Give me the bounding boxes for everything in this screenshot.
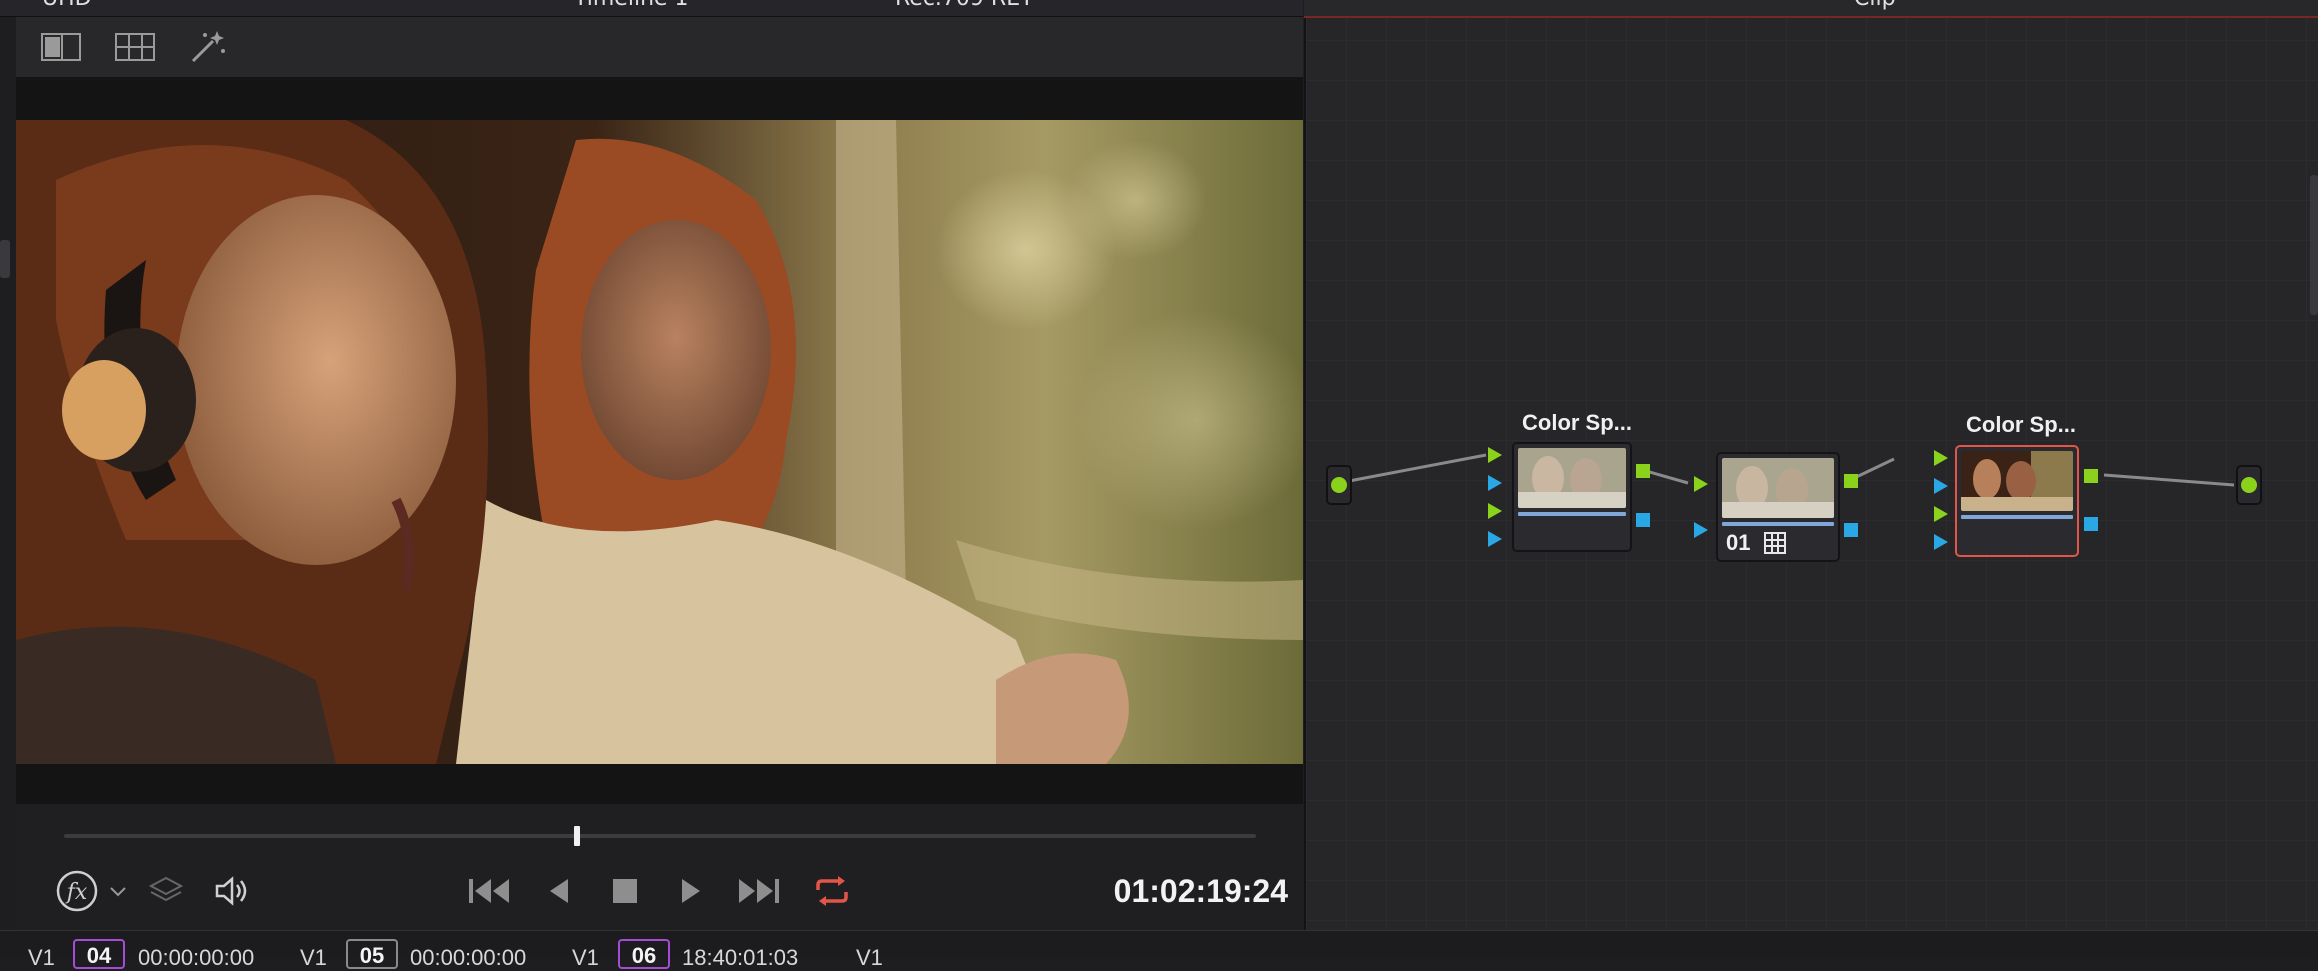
magic-wand-icon[interactable] <box>186 29 232 65</box>
node-panel-header: Clip <box>1304 0 2318 18</box>
playhead-handle[interactable] <box>573 826 580 846</box>
node-1[interactable] <box>1512 442 1632 552</box>
colorspace-selector[interactable]: Rec.709 REY <box>895 0 1034 11</box>
clip-1-number[interactable]: 04 <box>73 939 125 969</box>
node-3-key-input[interactable] <box>1934 478 1948 494</box>
node-3-thumbnail <box>1961 451 2073 511</box>
node-3-selected[interactable] <box>1955 445 2079 557</box>
node-3-rgb-output[interactable] <box>2084 469 2098 483</box>
output-input-dot <box>2241 477 2257 493</box>
volume-icon[interactable] <box>212 874 252 908</box>
viewer-toolbar <box>16 17 1303 78</box>
node-1-key-input-2[interactable] <box>1488 531 1502 547</box>
node-3-key-input-2[interactable] <box>1934 534 1948 550</box>
node-2[interactable]: 01 <box>1716 452 1840 562</box>
source-output-dot <box>1331 477 1347 493</box>
video-frame <box>16 120 1303 764</box>
clip-3-timecode: 18:40:01:03 <box>682 945 799 970</box>
node-3-rgb-input-2[interactable] <box>1934 506 1948 522</box>
node-3-bar <box>1961 515 2073 519</box>
node-1-rgb-output[interactable] <box>1636 464 1650 478</box>
clip-2-track: V1 <box>300 945 327 970</box>
node-1-key-input[interactable] <box>1488 475 1502 491</box>
node-2-rgb-output[interactable] <box>1844 474 1858 488</box>
fx-effects-icon[interactable]: fx <box>56 870 98 912</box>
node-mode-selector[interactable]: Clip <box>1854 0 1896 11</box>
lut-grid-icon <box>1764 532 1786 559</box>
node-1-key-output[interactable] <box>1636 513 1650 527</box>
go-to-end-icon[interactable] <box>736 874 782 908</box>
split-screen-icon[interactable] <box>38 29 84 65</box>
clip-1-timecode: 00:00:00:00 <box>138 945 255 970</box>
scrubber-track[interactable] <box>64 834 1256 838</box>
transport-bar: fx 01:02:19:24 <box>16 804 1303 930</box>
panel-scroll-handle[interactable] <box>2310 175 2318 315</box>
node-3-label: Color Sp... <box>1966 412 2076 437</box>
node-2-thumbnail <box>1722 458 1834 518</box>
node-2-key-output[interactable] <box>1844 523 1858 537</box>
clip-2-timecode: 00:00:00:00 <box>410 945 527 970</box>
node-2-key-input[interactable] <box>1694 522 1708 538</box>
node-1-bar <box>1518 512 1626 516</box>
viewer-top-bar: UHD Timeline 1 Rec.709 REY <box>0 0 1303 17</box>
timecode-display: 01:02:19:24 <box>1113 873 1288 909</box>
chevron-down-icon[interactable] <box>108 882 128 902</box>
clip-1-track: V1 <box>28 945 55 970</box>
gallery-grid-icon[interactable] <box>112 29 158 65</box>
node-2-bar <box>1722 522 1834 526</box>
play-icon[interactable] <box>676 874 706 908</box>
node-2-label: 01 <box>1726 530 1751 555</box>
clip-3-track: V1 <box>572 945 599 970</box>
svg-text:fx: fx <box>65 880 88 905</box>
node-1-label: Color Sp... <box>1522 410 1632 435</box>
node-2-rgb-input[interactable] <box>1694 476 1708 492</box>
resolution-label: UHD <box>42 0 92 11</box>
node-1-rgb-input[interactable] <box>1488 447 1502 463</box>
node-1-thumbnail <box>1518 448 1626 508</box>
node-3-key-output[interactable] <box>2084 517 2098 531</box>
node-1-rgb-input-2[interactable] <box>1488 503 1502 519</box>
layers-icon[interactable] <box>148 874 184 908</box>
clip-2-number[interactable]: 05 <box>346 939 398 969</box>
node-3-rgb-input[interactable] <box>1934 450 1948 466</box>
stop-icon[interactable] <box>608 874 642 908</box>
clip-4-track: V1 <box>856 945 883 970</box>
video-viewer[interactable] <box>16 78 1303 804</box>
node-graph-panel[interactable]: Color Sp... 01 Color Sp... <box>1304 0 2318 930</box>
timeline-selector[interactable]: Timeline 1 <box>574 0 689 11</box>
clip-3-number[interactable]: 06 <box>618 939 670 969</box>
source-node[interactable] <box>1326 465 1352 505</box>
output-node[interactable] <box>2236 465 2262 505</box>
loop-icon[interactable] <box>812 874 852 908</box>
reverse-play-icon[interactable] <box>544 874 574 908</box>
clip-thumbnail-strip: V1 04 00:00:00:00 V1 05 00:00:00:00 V1 0… <box>0 930 2318 970</box>
panel-resize-handle[interactable] <box>0 240 10 278</box>
go-to-start-icon[interactable] <box>466 874 512 908</box>
